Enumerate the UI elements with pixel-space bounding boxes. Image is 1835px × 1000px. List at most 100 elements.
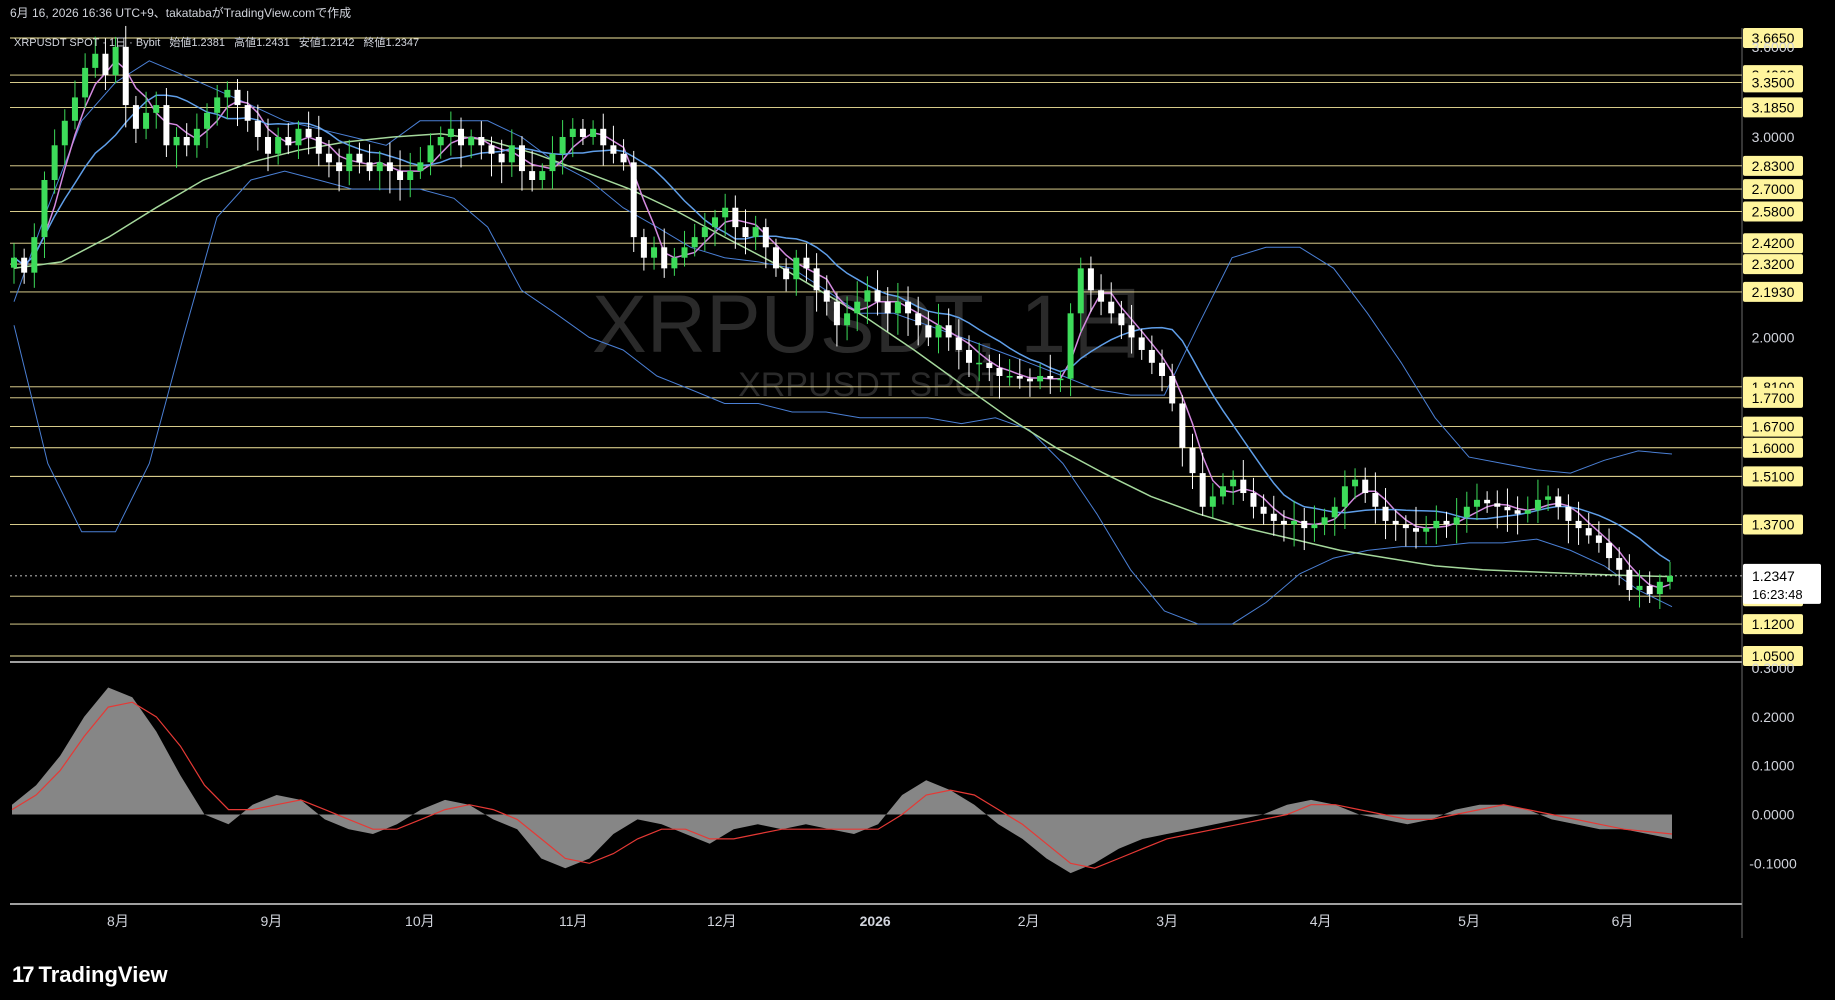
price-level-label: 1.1200 <box>1752 616 1795 632</box>
candle-body <box>691 237 698 248</box>
candle-body <box>620 153 627 163</box>
candle-body <box>1270 513 1277 521</box>
candle-body <box>640 237 647 258</box>
candle-body <box>732 207 739 228</box>
candle-body <box>183 136 190 146</box>
candle-body <box>1016 375 1023 379</box>
candle-body <box>1524 510 1531 514</box>
macd-tick-label: 0.0000 <box>1752 807 1795 823</box>
macd-tick-label: -0.1000 <box>1749 855 1797 871</box>
price-level-badge: 1.6700 <box>1743 416 1803 437</box>
candle-body <box>1118 313 1125 326</box>
candle-body <box>905 301 912 314</box>
candle-body <box>925 325 932 338</box>
candle-body <box>762 227 769 248</box>
candle-body <box>315 136 322 154</box>
candle-body <box>264 136 271 154</box>
candle-body <box>1575 520 1582 529</box>
candle-body <box>854 301 861 314</box>
candle-body <box>1006 375 1013 378</box>
candle-body <box>397 171 404 181</box>
price-level-label: 1.6000 <box>1752 440 1795 456</box>
price-level-badge: 1.3700 <box>1743 514 1803 535</box>
candle-body <box>153 105 160 113</box>
candle-body <box>1453 517 1460 525</box>
candle-body <box>1291 520 1298 525</box>
time-axis: 8月 9月 10月 11月 12月 2026 2月 3月 4月 5月 6月 <box>107 913 1633 929</box>
candle-body <box>325 153 332 163</box>
candle-body <box>1473 499 1480 507</box>
macd-histogram-area <box>12 687 1672 874</box>
candle-body <box>1433 520 1440 529</box>
candle-body <box>976 362 983 365</box>
time-axis-label: 2月 <box>1018 913 1040 929</box>
candle-body <box>447 128 454 137</box>
time-axis-label: 6月 <box>1612 913 1634 929</box>
time-axis-label: 3月 <box>1156 913 1178 929</box>
candle-body <box>356 153 363 163</box>
candle-body <box>803 257 810 269</box>
candle-body <box>336 162 343 172</box>
price-tick-label: 2.0000 <box>1752 329 1795 345</box>
candle-body <box>1504 506 1511 511</box>
low-value: 1.2142 <box>320 37 355 49</box>
candle-body <box>1148 349 1155 363</box>
price-level-label: 1.3700 <box>1752 516 1795 532</box>
price-level-badge: 2.5800 <box>1743 201 1803 222</box>
candle-body <box>874 290 881 302</box>
candle-body <box>1382 506 1389 521</box>
candle-body <box>793 257 800 280</box>
candle-body <box>864 290 871 302</box>
close-value: 1.2347 <box>385 37 420 49</box>
candle-body <box>651 247 658 258</box>
price-level-label: 2.1930 <box>1752 284 1795 300</box>
candle-body <box>498 153 505 163</box>
candle-body <box>518 145 525 172</box>
candle-body <box>122 46 129 106</box>
candle-body <box>1240 479 1247 494</box>
candle-body <box>681 247 688 258</box>
candle-body <box>11 257 17 268</box>
candle-body <box>1077 268 1084 314</box>
candle-body <box>823 290 830 302</box>
candle-body <box>529 171 536 181</box>
candle-body <box>1087 268 1094 291</box>
symbol-name[interactable]: XRPUSDT SPOT · 1日 · Bybit <box>14 37 160 49</box>
candle-body <box>366 162 373 172</box>
candle-body <box>468 136 475 146</box>
candle-body <box>1209 496 1216 507</box>
candle-body <box>701 227 708 238</box>
time-axis-label: 4月 <box>1310 913 1332 929</box>
candle-body <box>986 362 993 369</box>
price-tick-label: 3.6000 <box>1752 39 1795 55</box>
candle-body <box>610 145 617 154</box>
price-level-label: 1.7700 <box>1752 390 1795 406</box>
chart-canvas[interactable]: XRPUSDT, 1日 XRPUSDT SPOT 3.66503.40003.3… <box>0 0 1835 1000</box>
symbol-legend: XRPUSDT SPOT · 1日 · Bybit 始値1.2381 高値1.2… <box>14 34 419 50</box>
candle-body <box>783 268 790 280</box>
candle-body <box>478 136 485 146</box>
macd-tick-label: 0.1000 <box>1752 758 1795 774</box>
candle-body <box>813 268 820 291</box>
price-level-badge: 3.3500 <box>1743 72 1803 93</box>
candle-body <box>1189 447 1196 474</box>
candle-body <box>935 325 942 338</box>
candle-body <box>458 128 465 146</box>
candle-body <box>1199 473 1206 507</box>
price-level-badge: 3.1850 <box>1743 97 1803 118</box>
candle-body <box>833 301 840 326</box>
candle-body <box>1067 313 1074 379</box>
candle-body <box>1331 506 1338 518</box>
candle-body <box>61 120 68 146</box>
candle-body <box>488 145 495 154</box>
candle-body <box>1108 301 1115 314</box>
high-value: 1.2431 <box>256 37 290 49</box>
current-price-label: 1.2347 <box>1752 568 1795 584</box>
tradingview-logo[interactable]: 17 TradingView <box>12 962 168 988</box>
candle-body <box>173 136 180 146</box>
candle-body <box>569 128 576 137</box>
candle-body <box>752 227 759 238</box>
candle-body <box>224 89 231 98</box>
price-level-label: 3.3500 <box>1752 74 1795 90</box>
candle-body <box>894 301 901 314</box>
